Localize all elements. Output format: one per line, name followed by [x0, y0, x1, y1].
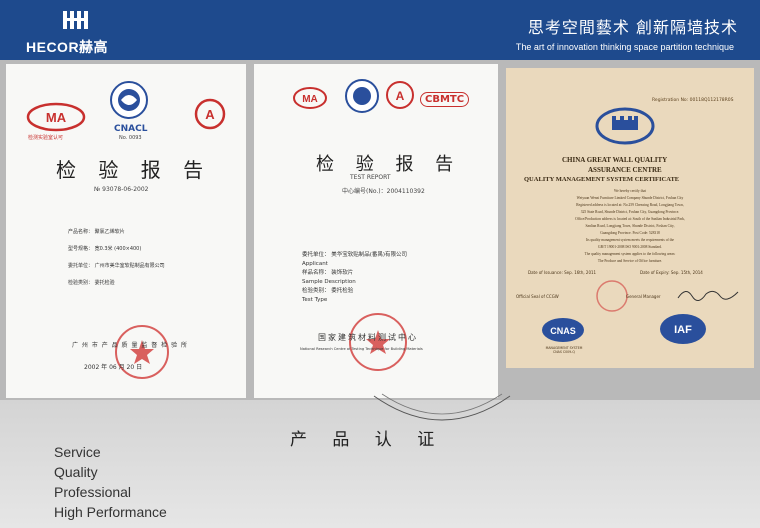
doc1-number: № 93078-06-2002 — [94, 186, 149, 193]
doc1-field: 型号规格： 宽0.3米 (400×400) — [68, 246, 142, 252]
service-list: Service Quality Professional High Perfor… — [54, 442, 167, 522]
doc1-institute: 广 州 市 产 品 质 量 监 督 检 验 所 — [72, 342, 188, 349]
doc3-body-line: Guangdong Province. Post Code: 528318 — [600, 231, 660, 235]
doc3-seal-label: Official Seal of CCGW — [516, 294, 559, 299]
red-stamp-icon — [115, 325, 169, 379]
doc2-field: 样品名称： 装饰软片 — [302, 270, 354, 276]
service-item: Professional — [54, 484, 132, 500]
cnacl-label: CNACL — [114, 124, 148, 134]
section-title: 产 品 认 证 — [290, 430, 445, 450]
doc3-body-line: Sanlian Road, Longjiang Town, Shunde Dis… — [585, 224, 675, 228]
slogan-chinese: 思考空間藝术 創新隔墙技术 — [527, 18, 738, 37]
doc2-title: 检 验 报 告 — [316, 154, 462, 175]
doc3-body-line: The Produce and Service of Office furnit… — [597, 259, 663, 263]
test-report-2: MA A CBMTC 检 验 报 告 TEST REPORT 中心编号(No.)… — [254, 64, 498, 398]
doc2-subtitle: TEST REPORT — [350, 174, 391, 181]
doc1-field: 委托单位： 广州市美华室软贴制品有限公司 — [68, 263, 165, 269]
doc1-field: 产品名称： 聚氯乙烯软片 — [68, 229, 125, 235]
doc2-fields: 委托单位： 美华宝软贴制品(番禺)有限公司 Applicant 样品名称： 装饰… — [302, 251, 407, 305]
svg-text:CNAS: CNAS — [550, 326, 576, 336]
doc1-field: 检验类别： 委托检验 — [68, 280, 115, 286]
doc3-body: We hereby certify that Weiyuan Wenzi Fur… — [520, 188, 740, 265]
svg-text:A: A — [396, 89, 405, 103]
doc3-body-line: Weiyuan Wenzi Furniture Limited Company … — [576, 196, 684, 200]
ca-seal-icon: A — [194, 98, 226, 130]
doc3-body-line: Registered address is located at: No.259… — [576, 203, 684, 207]
doc3-body-line: 325 State Road, Shunde District, Foshan … — [580, 210, 680, 214]
doc2-field: Sample Description — [302, 279, 356, 285]
doc2-field: 检验类别： 委托检验 — [302, 288, 354, 294]
doc3-date-issue: Date of Issuance: Sep. 16th, 2011 — [528, 270, 597, 275]
svg-text:MA: MA — [302, 94, 318, 105]
cnacl-number: No. 0093 — [119, 135, 142, 141]
service-item: Quality — [54, 464, 98, 480]
service-item: Service — [54, 444, 101, 460]
slogan-english: The art of innovation thinking space par… — [515, 42, 734, 52]
doc2-number: 中心编号(No.)：2004110392 — [342, 188, 425, 195]
doc2-field: Test Type — [302, 297, 328, 303]
svg-text:A: A — [205, 107, 215, 122]
doc3-title-2: ASSURANCE CENTRE — [588, 166, 662, 174]
quality-certificate: Registration No: 00118Q112178R0S CHINA G… — [506, 68, 754, 368]
doc1-fields: 产品名称： 聚氯乙烯软片 型号规格： 宽0.3米 (400×400) 委托单位：… — [68, 224, 165, 292]
great-wall-logo-icon — [595, 107, 655, 145]
doc3-title-3: QUALITY MANAGEMENT SYSTEM CERTIFICATE — [524, 176, 680, 183]
cma-seal-caption: 检测实验室认可 — [28, 135, 64, 141]
hecor-logo-icon — [60, 9, 94, 31]
cnacl-seal-icon — [110, 81, 148, 119]
doc3-body-line: We hereby certify that — [614, 189, 646, 193]
doc3-body-line: GB/T 19001-2008 ISO 9001:2008 Standard. — [598, 245, 662, 249]
doc3-body-line: Its quality management system meets the … — [585, 238, 675, 242]
doc2-center-cn: 国家建筑材料测试中心 — [318, 333, 418, 342]
doc3-reg-no: Registration No: 00118Q112178R0S — [652, 98, 734, 103]
brand-name: HECOR赫高 — [26, 39, 109, 55]
ca-seal-icon: A — [386, 81, 414, 109]
doc3-date-expiry: Date of Expiry: Sep. 15th, 2014 — [640, 270, 703, 275]
doc1-title: 检 验 报 告 — [56, 158, 212, 182]
svg-text:MA: MA — [46, 110, 67, 125]
cnas-caption: MANAGEMENT SYSTEM CNAS C009-Q — [545, 346, 583, 354]
doc1-date: 2002 年 06 月 20 日 — [84, 364, 143, 371]
service-item: High Performance — [54, 504, 167, 520]
cbmtc-seal: CBMTC — [420, 92, 470, 107]
iaf-logo-icon: IAF — [660, 314, 706, 344]
cma-seal-icon: MA — [26, 102, 86, 132]
decorative-arc-icon — [373, 393, 511, 421]
doc3-body-line: Office/Production address is located at:… — [575, 217, 685, 221]
signature-icon — [677, 290, 739, 301]
cnas-logo-icon: CNAS — [542, 318, 584, 342]
svg-text:IAF: IAF — [674, 324, 692, 336]
cma-seal-icon: MA — [293, 87, 327, 109]
doc2-field: 委托单位： 美华宝软贴制品(番禺)有限公司 — [302, 252, 408, 258]
doc2-center-en: National Research Centre of Testing Tech… — [300, 347, 423, 351]
doc3-manager-label: General Manager — [626, 294, 661, 299]
doc3-body-line: The quality management system applies to… — [584, 252, 676, 256]
test-report-1: MA 检测实验室认可 CNACL No. 0093 A 检 验 报 告 № 93… — [6, 64, 246, 398]
cnas-seal-icon — [345, 79, 379, 113]
doc2-field: Applicant — [302, 261, 328, 267]
header-bar: HECOR赫高 思考空間藝术 創新隔墙技术 The art of innovat… — [0, 0, 760, 60]
doc3-title-1: CHINA GREAT WALL QUALITY — [562, 156, 668, 164]
